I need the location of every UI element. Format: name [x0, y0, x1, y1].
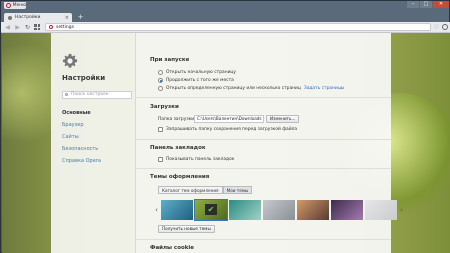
theme-thumbnail-teal-waves[interactable]: [229, 200, 261, 220]
bookmarks-section-title: Панель закладок: [150, 145, 206, 151]
chevron-right-icon[interactable]: ›: [399, 206, 404, 214]
opera-logo-icon: [6, 3, 11, 8]
new-tab-button[interactable]: +: [76, 14, 85, 21]
download-folder-field[interactable]: C:\Users\Валентин\Downloads: [194, 115, 264, 123]
page-content: Настройки Поиск настроек Основные Браузе…: [2, 33, 450, 253]
startup-option-specific[interactable]: Открыть определенную страницу или нескол…: [158, 86, 344, 91]
settings-nav: Основные Браузер Сайты Безопасность Спра…: [62, 107, 101, 167]
radio-label: Открыть определенную страницу или нескол…: [166, 86, 301, 91]
radio-label: Продолжить с того же места: [166, 78, 234, 83]
settings-tab-icon: [8, 15, 12, 20]
radio-button[interactable]: [158, 70, 163, 75]
get-new-themes-button[interactable]: Получить новые темы: [158, 225, 215, 233]
checkbox[interactable]: [158, 157, 163, 162]
change-folder-button[interactable]: Изменить...: [266, 115, 300, 123]
radio-button[interactable]: [158, 86, 163, 91]
set-pages-link[interactable]: Задать страницы: [304, 86, 344, 91]
checkbox-label: Показывать панель закладок: [166, 157, 235, 162]
theme-thumbnail-sunset[interactable]: [297, 200, 329, 220]
gear-icon: [62, 53, 78, 68]
ask-download-folder-option[interactable]: Запрашивать папку сохранения перед загру…: [158, 127, 297, 132]
close-window-button[interactable]: ✕: [433, 1, 449, 8]
opera-menu-button[interactable]: Меню: [4, 2, 26, 9]
startup-option-home[interactable]: Открыть начальную страницу: [158, 70, 236, 75]
heart-icon[interactable]: ♡: [434, 24, 439, 31]
divider: [136, 239, 391, 240]
window-controls: – □ ✕: [407, 1, 449, 8]
address-bar: ◀ ▶ ↻ settings ♡: [1, 22, 450, 33]
reload-button[interactable]: ↻: [24, 24, 31, 31]
tab-settings[interactable]: Настройки ×: [4, 13, 72, 22]
startup-section-title: При запуске: [150, 57, 190, 63]
sidebar-item-sites[interactable]: Сайты: [62, 131, 101, 143]
speed-dial-icon[interactable]: [34, 24, 40, 30]
tab-title: Настройки: [15, 15, 41, 20]
opera-page-icon: [49, 25, 53, 29]
url-text: settings: [56, 24, 74, 30]
themes-carousel: ‹ ✔ ›: [154, 199, 404, 221]
search-icon: [65, 93, 68, 96]
check-icon: ✔: [205, 204, 217, 215]
checkbox-label: Запрашивать папку сохранения перед загру…: [166, 127, 298, 132]
url-input[interactable]: settings: [45, 23, 431, 31]
theme-thumbnail-dark-purple[interactable]: [331, 200, 363, 220]
minimize-button[interactable]: –: [407, 1, 419, 8]
profile-icon[interactable]: [442, 24, 448, 30]
settings-search-input[interactable]: Поиск настроек: [62, 91, 132, 99]
tab-my-themes[interactable]: Мои темы: [222, 186, 253, 194]
theme-thumbnail-swirl[interactable]: [161, 200, 193, 220]
downloads-section-title: Загрузки: [150, 104, 179, 110]
theme-thumbnail-gray-bokeh[interactable]: [263, 200, 295, 220]
settings-title: Настройки: [62, 74, 106, 82]
maximize-button[interactable]: □: [420, 1, 432, 8]
search-placeholder: Поиск настроек: [71, 92, 109, 97]
settings-main: При запуске Открыть начальную страницу П…: [136, 33, 403, 253]
cookies-section-title: Файлы cookie: [150, 245, 195, 251]
sidebar-item-browser[interactable]: Браузер: [62, 119, 101, 131]
chevron-left-icon[interactable]: ‹: [154, 206, 159, 214]
theme-thumbnail-green-leaf[interactable]: ✔: [194, 199, 228, 221]
download-folder-label: Папка загрузки:: [158, 117, 196, 122]
sidebar-item-security[interactable]: Безопасность: [62, 143, 101, 155]
checkbox[interactable]: [158, 127, 163, 132]
radio-button-checked[interactable]: [158, 78, 163, 83]
tab-close-icon[interactable]: ×: [65, 15, 69, 21]
sidebar-item-basic[interactable]: Основные: [62, 107, 101, 119]
tab-theme-catalog[interactable]: Каталог тем оформления: [158, 186, 223, 194]
forward-button[interactable]: ▶: [14, 24, 21, 31]
browser-window: Меню – □ ✕ Настройки × + ◀ ▶ ↻ settings …: [0, 0, 450, 253]
divider: [136, 97, 391, 98]
radio-label: Открыть начальную страницу: [166, 70, 237, 75]
title-bar: Меню – □ ✕: [1, 1, 450, 11]
themes-section-title: Темы оформления: [150, 174, 210, 180]
menu-label: Меню: [12, 3, 26, 8]
theme-thumbnail-misty[interactable]: [365, 200, 397, 220]
back-button[interactable]: ◀: [4, 24, 11, 31]
tab-bar: Настройки × +: [1, 11, 450, 22]
settings-sidebar: Настройки Поиск настроек Основные Браузе…: [51, 33, 136, 253]
divider: [136, 168, 391, 169]
startup-option-continue[interactable]: Продолжить с того же места: [158, 78, 234, 83]
sidebar-item-help[interactable]: Справка Opera: [62, 155, 101, 167]
themes-tabs: Каталог тем оформления Мои темы: [158, 186, 253, 194]
divider: [136, 139, 391, 140]
show-bookmarks-bar-option[interactable]: Показывать панель закладок: [158, 157, 234, 162]
